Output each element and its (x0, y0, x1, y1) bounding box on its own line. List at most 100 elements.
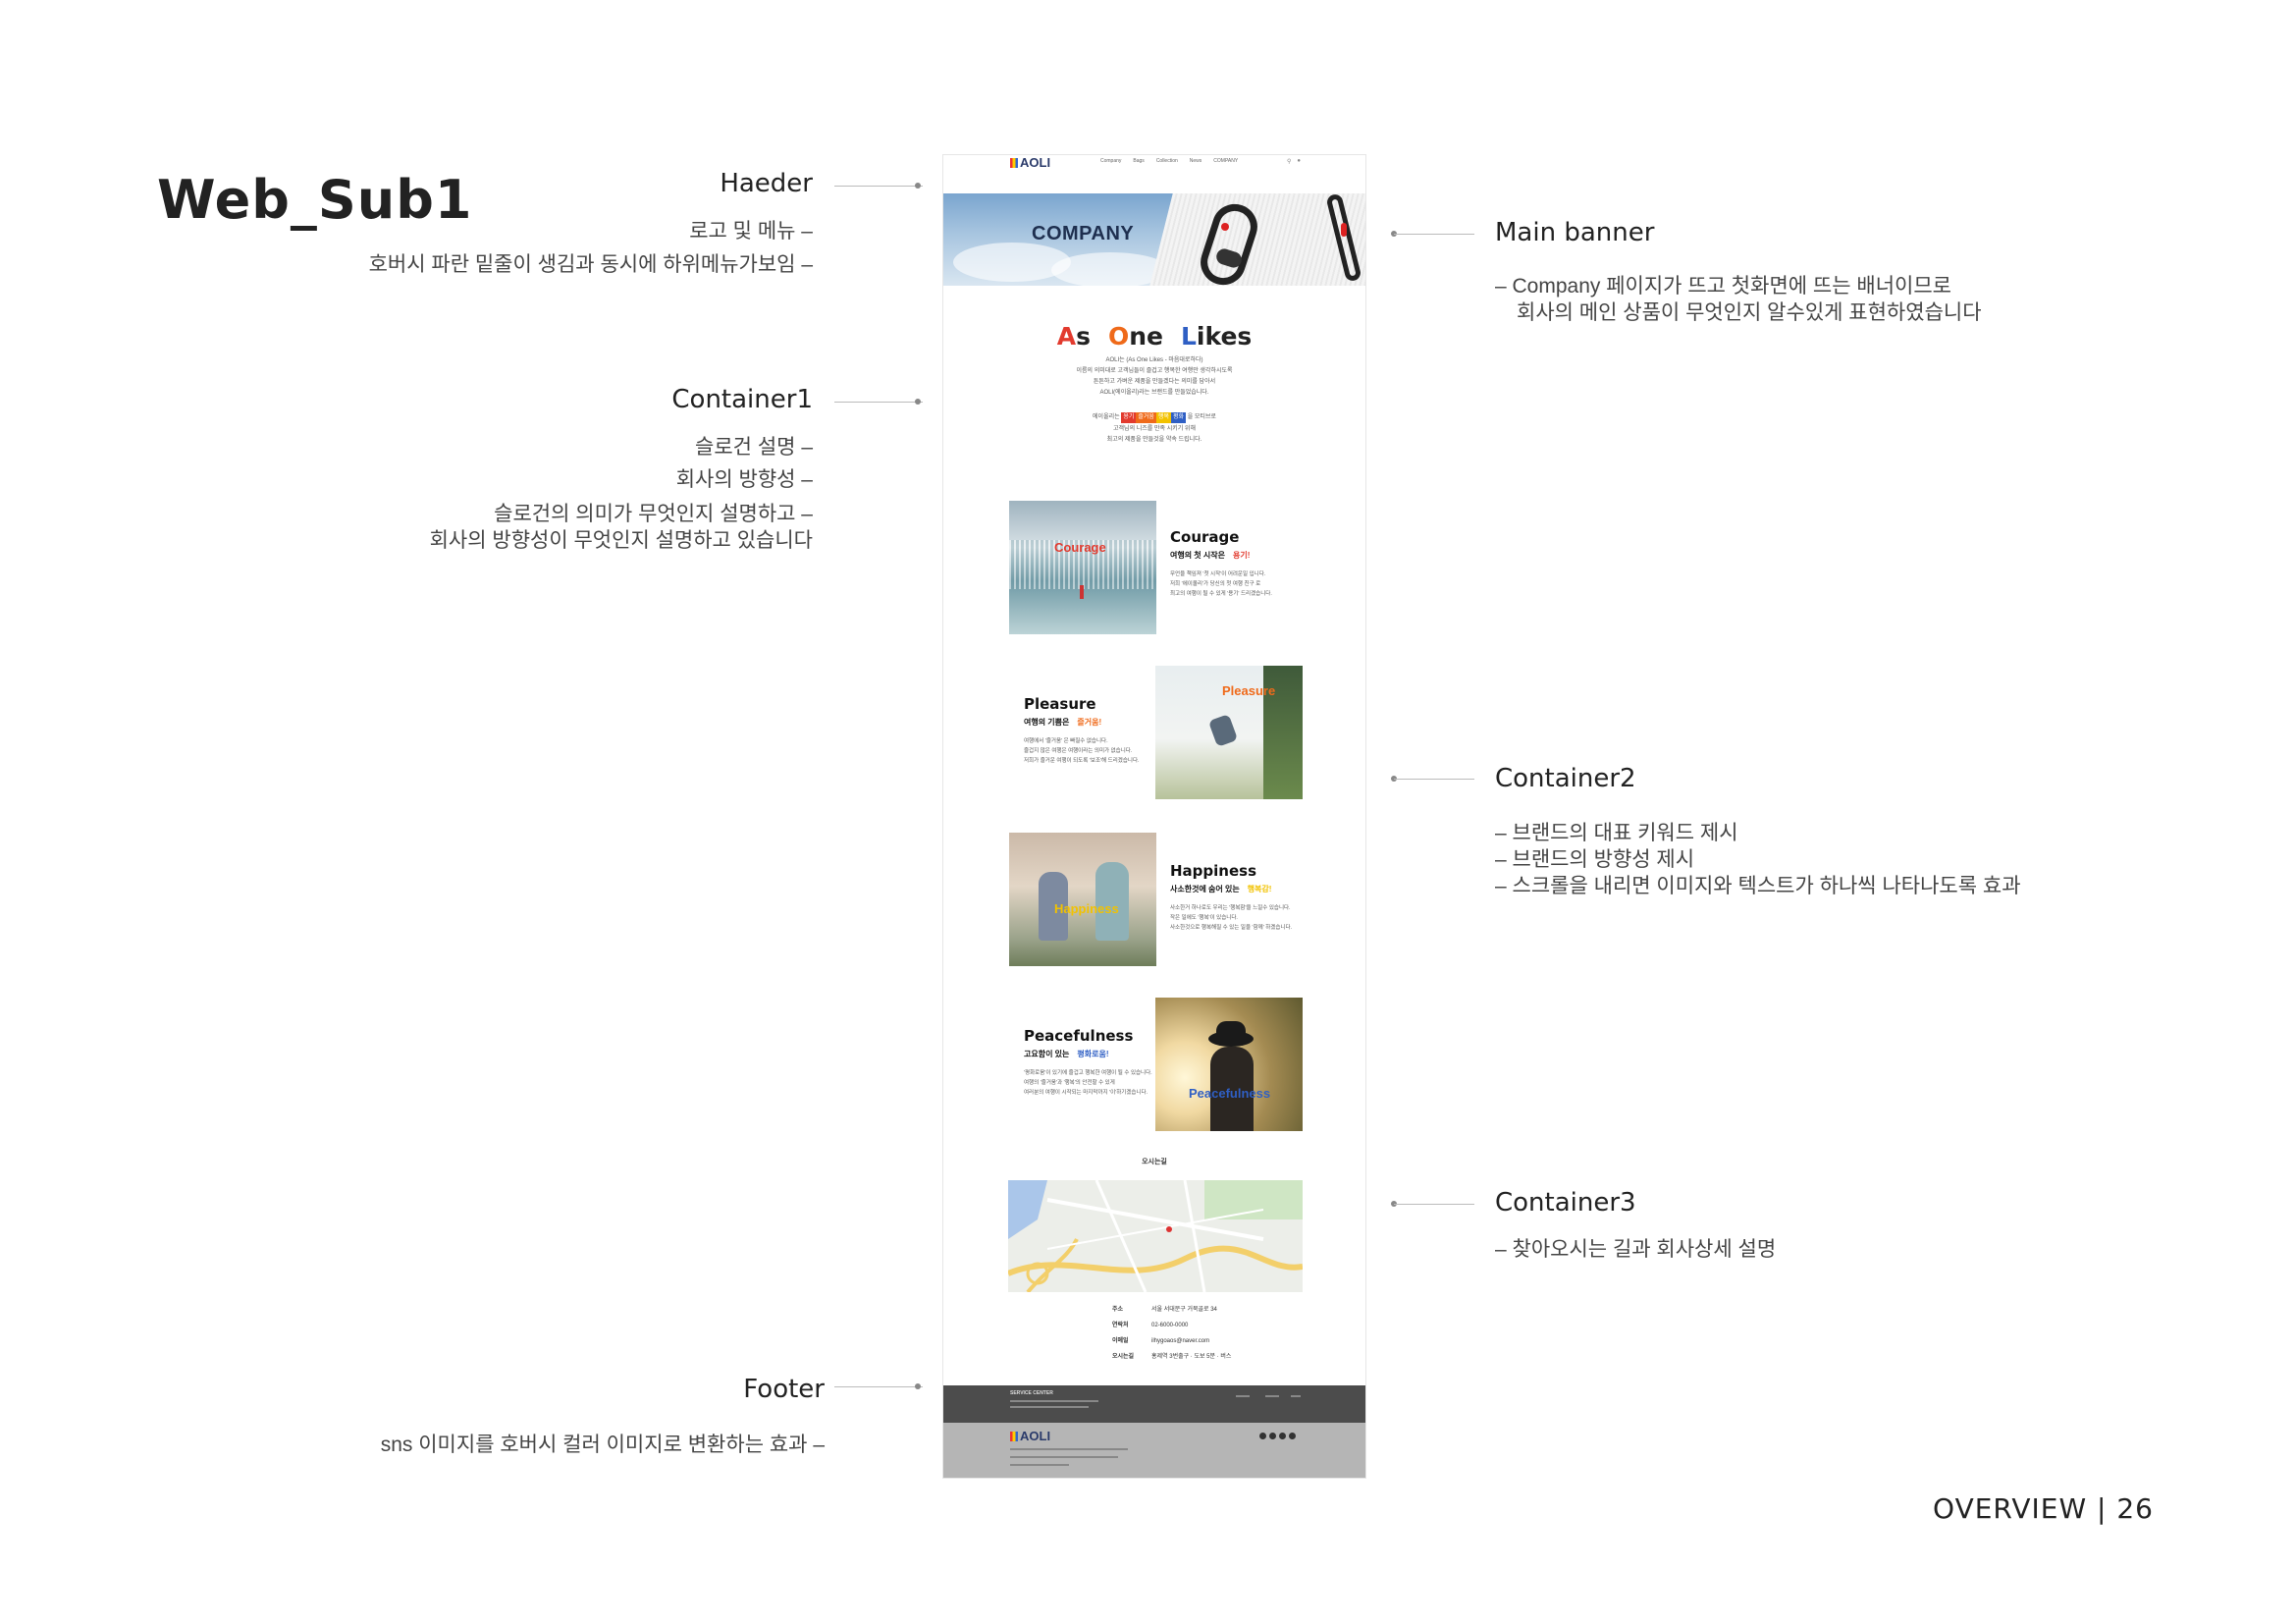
pleasure-body: 여행에서 '즐거움' 은 빠질수 없습니다. 즐겁지 않은 여행은 여행이라는 … (1024, 738, 1140, 764)
courage-subtitle: 여행의 첫 시작은 용기! (1170, 551, 1251, 560)
pleasure-image: Pleasure (1155, 666, 1303, 799)
annotation-footer-line: sns 이미지를 호버시 컬러 이미지로 변환하는 효과 – (380, 1434, 825, 1456)
footer-text-placeholder (1010, 1464, 1069, 1466)
person-figure (1080, 585, 1084, 599)
annotation-container3-title: Container3 (1495, 1188, 1636, 1218)
annotation-header-title: Haeder (720, 169, 813, 198)
peacefulness-title: Peacefulness (1024, 1027, 1134, 1045)
annotation-footer-title: Footer (743, 1375, 825, 1404)
slogan-word: ne (1129, 322, 1163, 351)
nav-item[interactable]: Bags (1133, 158, 1144, 164)
pleasure-subtitle: 여행의 기쁨은 즐거움! (1024, 718, 1102, 727)
annotation-footer-connector (834, 1386, 923, 1387)
mockup-main-banner: COMPANY (943, 193, 1365, 286)
map-graphic (1008, 1180, 1303, 1292)
footer-logo[interactable]: AOLI (1010, 1429, 1050, 1443)
annotation-container1-dot (915, 399, 921, 405)
peacefulness-subtitle: 고요함이 있는 평화로움! (1024, 1050, 1109, 1058)
annotation-container1-line: 슬로건 설명 – (695, 436, 813, 459)
banner-cloud (953, 243, 1071, 282)
keyword-pre: 에이올리는 (1093, 414, 1120, 420)
pleasure-title: Pleasure (1024, 695, 1096, 713)
intro-text: AOLI는 (As One Likes - 마음대로하다) 이름의 의미대로 고… (943, 355, 1365, 399)
mockup-logo[interactable]: AOLI (1010, 155, 1050, 170)
courage-title: Courage (1170, 528, 1240, 546)
mockup-slogan: As One Likes (943, 322, 1365, 351)
slogan-word: ikes (1196, 322, 1253, 351)
happiness-body: 사소한거 하나로도 우리는 '행복함'을 느낄수 있습니다. 작은 일에도 '행… (1170, 905, 1293, 931)
intro-line: AOLI는 (As One Likes - 마음대로하다) (1105, 357, 1203, 363)
annotation-banner-line: 회사의 메인 상품이 무엇인지 알수있게 표현하였습니다 (1517, 301, 1982, 324)
annotation-header-connector (834, 186, 923, 187)
sns-instagram-icon[interactable] (1269, 1433, 1276, 1439)
annotation-banner-line: – Company 페이지가 뜨고 첫화면에 뜨는 배너이므로 (1495, 275, 1952, 298)
annotation-container1-line: 슬로건의 의미가 무엇인지 설명하고 – (494, 503, 813, 525)
annotation-container2-line: – 브랜드의 방향성 제시 (1495, 848, 1695, 871)
banner-luggage-accent2 (1341, 223, 1347, 237)
location-map[interactable] (1008, 1180, 1303, 1292)
annotation-banner-connector (1394, 234, 1474, 235)
banner-title: COMPANY (1032, 223, 1135, 244)
keyword-tail-line: 고객님의 니즈를 만족 시키기 위해 (1113, 426, 1196, 432)
footer-link-placeholder[interactable] (1291, 1395, 1301, 1397)
banner-luggage-accent (1221, 223, 1229, 231)
footer-service-title: SERVICE CENTER (1010, 1390, 1053, 1396)
info-row: 오시는길 홍제역 3번출구 · 도보 5분 · 버스 (1112, 1354, 1232, 1360)
website-mockup: AOLI Company Bags Collection News COMPAN… (942, 154, 1366, 1479)
footer-link-placeholder[interactable] (1265, 1395, 1279, 1397)
keyword-badge: 행복 (1155, 412, 1171, 423)
footer-text-placeholder (1010, 1448, 1128, 1450)
sns-youtube-icon[interactable] (1289, 1433, 1296, 1439)
happiness-title: Happiness (1170, 862, 1257, 880)
courage-body: 무언을 책임져 '첫 시작'이 어려운일 입니다. 저희 '에이올리'가 당신의… (1170, 571, 1272, 597)
courage-image: Courage (1009, 501, 1156, 634)
annotation-container1-connector (834, 402, 923, 403)
slogan-letter: L (1180, 322, 1197, 351)
slogan-letter: A (1056, 322, 1077, 351)
keyword-tail-line: 최고의 제품을 만들것을 약속 드립니다. (1106, 437, 1202, 443)
footer-link-placeholder[interactable] (1236, 1395, 1250, 1397)
logo-mark-icon (1010, 1432, 1018, 1441)
annotation-container2-line: – 스크롤을 내리면 이미지와 텍스트가 하나씩 나타나도록 효과 (1495, 875, 2021, 897)
annotation-footer-dot (915, 1383, 921, 1389)
sns-twitter-icon[interactable] (1279, 1433, 1286, 1439)
annotation-container1-line: 회사의 방향성 – (675, 468, 813, 491)
annotation-header-dot (915, 183, 921, 189)
info-row: 주소 서울 서대문구 거북골로 34 (1112, 1307, 1217, 1313)
annotation-header-line: 로고 및 메뉴 – (689, 220, 813, 243)
logo-mark-icon (1010, 158, 1018, 168)
intro-line: 이름의 의미대로 고객님들이 즐겁고 행복한 여행만 생각하시도록 (1076, 368, 1233, 374)
nav-item[interactable]: Company (1100, 158, 1121, 164)
keyword-badge: 용기 (1121, 412, 1137, 423)
pleasure-image-label: Pleasure (1222, 683, 1276, 698)
overview-page-number: OVERVIEW | 26 (1933, 1492, 2154, 1525)
nav-item[interactable]: COMPANY (1213, 158, 1238, 164)
nav-item[interactable]: Collection (1156, 158, 1178, 164)
jumping-person (1207, 714, 1239, 747)
nav-item[interactable]: News (1190, 158, 1202, 164)
user-icon[interactable]: ● (1297, 158, 1301, 165)
mockup-header: AOLI Company Bags Collection News COMPAN… (943, 155, 1365, 194)
mockup-footer-top: SERVICE CENTER (943, 1385, 1365, 1423)
info-row: 이메일 ilhygoaos@naver.com (1112, 1338, 1210, 1344)
happiness-image-label: Happiness (1054, 901, 1119, 916)
hat-crown (1216, 1021, 1246, 1041)
courage-image-label: Courage (1054, 540, 1106, 555)
footer-text-placeholder (1010, 1406, 1089, 1408)
mockup-nav: Company Bags Collection News COMPANY (1100, 158, 1238, 164)
annotation-container2-title: Container2 (1495, 764, 1636, 793)
peacefulness-image-label: Peacefulness (1189, 1086, 1271, 1101)
keyword-post: 을 모티브로 (1187, 414, 1216, 420)
keyword-badge: 즐거움 (1136, 412, 1156, 423)
mockup-footer-bottom: AOLI (943, 1423, 1365, 1478)
keyword-line: 에이올리는 용기 즐거움 행복 평화 을 모티브로 (943, 412, 1365, 423)
annotation-header-line: 호버시 파란 밑줄이 생김과 동시에 하위메뉴가보임 – (368, 253, 813, 276)
annotation-container1-line: 회사의 방향성이 무엇인지 설명하고 있습니다 (429, 529, 813, 552)
search-icon[interactable]: ⚲ (1287, 158, 1291, 165)
keyword-badge: 평화 (1170, 412, 1187, 423)
map-title: 오시는길 (1142, 1159, 1167, 1165)
footer-text-placeholder (1010, 1456, 1118, 1458)
annotation-container3-line: – 찾아오시는 길과 회사상세 설명 (1495, 1238, 1777, 1261)
sns-facebook-icon[interactable] (1259, 1433, 1266, 1439)
slogan-word: s (1076, 322, 1091, 351)
